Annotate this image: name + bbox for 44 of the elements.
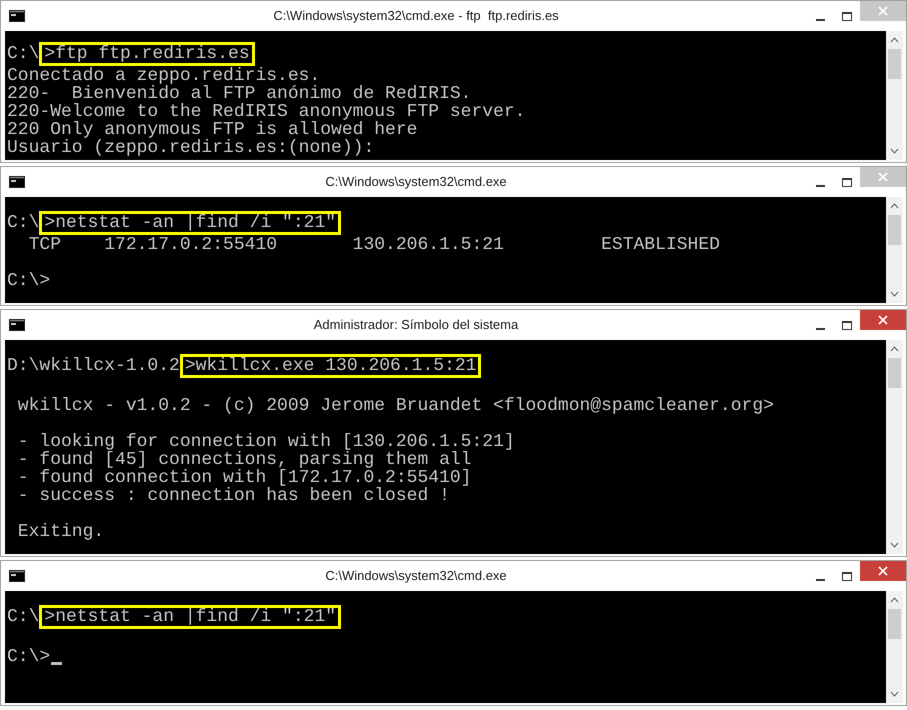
command-prompt: C:\ [7, 608, 40, 626]
console-app-icon [9, 319, 25, 331]
window-title: C:\Windows\system32\cmd.exe - ftp ftp.rediris.es [273, 8, 559, 24]
scrollbar-thumb[interactable] [888, 358, 901, 388]
highlighted-command: >netstat -an |find /i ":21" [39, 211, 342, 235]
scrollbar[interactable] [886, 31, 903, 160]
scrollbar[interactable] [886, 197, 903, 303]
command-prompt: C:\ [7, 45, 40, 63]
scrollbar-thumb[interactable] [888, 49, 901, 79]
console-output-line: 220-Welcome to the RedIRIS anonymous FTP server. [7, 103, 526, 121]
console-output-line: C:\> [7, 648, 50, 666]
console-output-line: - found connection with [172.17.0.2:55410] [16, 469, 472, 487]
highlighted-command: >netstat -an |find /i ":21" [39, 605, 342, 629]
console-output-line: C:\> [7, 272, 50, 290]
console-output-line: wkillcx - v1.0.2 - (c) 2009 Jerome Bruandet <floodmon@spamcleaner.org> [16, 397, 774, 415]
console-app-icon [9, 10, 25, 22]
close-icon [878, 172, 888, 182]
close-icon [878, 566, 888, 576]
console-output-line: 220- Bienvenido al FTP anónimo de RedIRIS. [7, 85, 472, 103]
scrollbar[interactable] [886, 340, 903, 554]
command-prompt: C:\ [7, 214, 40, 232]
console-app-icon [9, 570, 25, 582]
close-button[interactable] [860, 310, 906, 330]
console-output-line: Exiting. [16, 523, 104, 541]
command-prompt: D:\wkillcx-1.0.2 [7, 357, 180, 375]
console-output-line: 220 Only anonymous FTP is allowed here [7, 121, 418, 139]
console-output-line: - looking for connection with [130.206.1.5:21] [16, 433, 515, 451]
scrollbar-thumb[interactable] [888, 215, 901, 245]
close-icon [878, 6, 888, 16]
console-output-line: - found [45] connections, parsing them all [16, 451, 472, 469]
console-output-line: Usuario (zeppo.rediris.es:(none)): [7, 139, 374, 157]
window-title: Administrador: Símbolo del sistema [314, 317, 518, 332]
close-button[interactable] [860, 561, 906, 581]
highlighted-command: >wkillcx.exe 130.206.1.5:21 [180, 354, 482, 378]
highlighted-command: >ftp ftp.rediris.es [39, 42, 255, 66]
scrollbar-thumb[interactable] [888, 609, 901, 639]
scrollbar[interactable] [886, 591, 903, 703]
close-icon [878, 315, 888, 325]
window-title: C:\Windows\system32\cmd.exe [325, 174, 507, 190]
console-output-line: - success : connection has been closed ! [16, 487, 450, 505]
window-title: C:\Windows\system32\cmd.exe [325, 568, 507, 584]
console-app-icon [9, 176, 25, 188]
console-output-line: TCP 172.17.0.2:55410 130.206.1.5:21 ESTABLISHED [28, 236, 720, 254]
console-output-line: Conectado a zeppo.rediris.es. [7, 67, 320, 85]
